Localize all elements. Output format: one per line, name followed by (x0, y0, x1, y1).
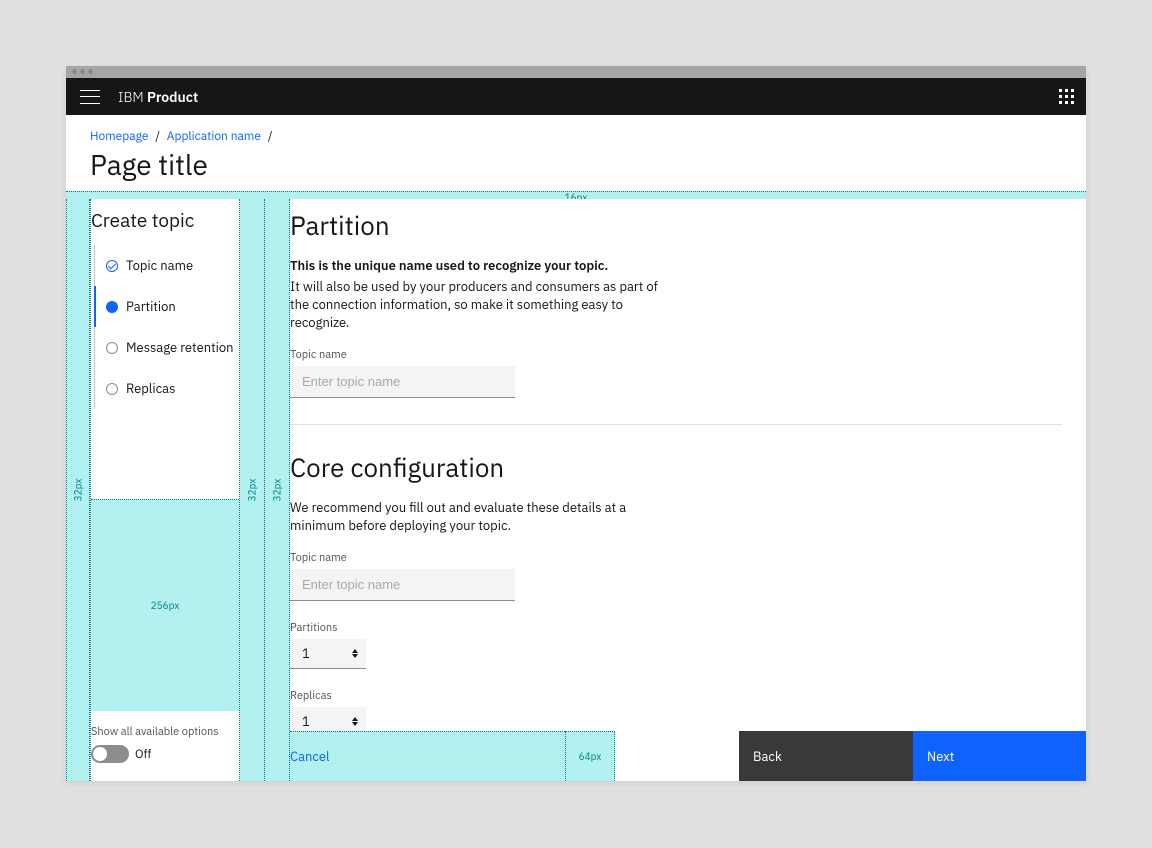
menu-icon[interactable] (80, 90, 100, 104)
stepper-arrows[interactable] (352, 717, 358, 726)
footer-ghost (615, 731, 739, 781)
app-header: IBM Product (66, 78, 1086, 115)
spec-footer-64px: 64px (565, 731, 615, 781)
breadcrumb-link-home[interactable]: Homepage (90, 129, 149, 144)
step-label: Partition (126, 298, 176, 315)
wizard-footer: Cancel 64px Back Next (290, 731, 1086, 781)
circle-icon (106, 383, 118, 395)
wizard-content: Partition This is the unique name used t… (290, 199, 1086, 781)
topic-name-input[interactable] (290, 366, 515, 398)
breadcrumb: Homepage / Application name / (90, 129, 1062, 144)
toggle-switch[interactable]: Off (91, 745, 239, 763)
replicas-label: Replicas (290, 689, 1086, 703)
step-partition[interactable]: Partition (94, 286, 239, 327)
macos-titlebar (66, 66, 1086, 78)
traffic-light-min[interactable] (80, 69, 85, 74)
section-body: It will also be used by your producers a… (290, 278, 670, 332)
replicas-value: 1 (302, 713, 310, 730)
brand-label: IBM Product (118, 88, 198, 106)
dot-filled-icon (106, 301, 118, 313)
breadcrumb-link-app[interactable]: Application name (167, 129, 261, 144)
step-list: Topic name Partition Message retention R… (94, 245, 239, 409)
step-message-retention[interactable]: Message retention (94, 327, 239, 368)
spec-col-mid2-32px: 32px (265, 199, 290, 781)
sidebar-title: Create topic (91, 209, 239, 233)
step-label: Topic name (126, 257, 193, 274)
toggle-state-text: Off (135, 747, 151, 762)
window-frame: IBM Product Homepage / Application name … (66, 66, 1086, 781)
main-content: 32px Create topic Topic name Partition M… (66, 199, 1086, 781)
partitions-stepper[interactable]: 1 (290, 639, 366, 669)
page-title: Page title (90, 146, 1062, 183)
sidebar-toggle-area: Show all available options Off (91, 725, 239, 763)
step-topic-name[interactable]: Topic name (94, 245, 239, 286)
topic-name-label: Topic name (290, 348, 1086, 362)
spec-col-mid1-32px: 32px (240, 199, 265, 781)
section-lead: This is the unique name used to recogniz… (290, 257, 670, 274)
checkmark-icon (106, 260, 118, 272)
section-title-partition: Partition (290, 209, 1086, 243)
spec-col-left-32px: 32px (66, 199, 90, 781)
step-label: Message retention (126, 339, 234, 356)
section-title-core: Core configuration (290, 451, 1086, 485)
app-switcher-icon[interactable] (1059, 89, 1074, 104)
partitions-value: 1 (302, 645, 310, 662)
stepper-arrows[interactable] (352, 649, 358, 658)
traffic-light-max[interactable] (88, 69, 93, 74)
spec-sidebar-width: 256px (91, 499, 239, 711)
section2-body: We recommend you fill out and evaluate t… (290, 499, 670, 535)
wizard-sidebar: Create topic Topic name Partition Messag… (90, 199, 240, 781)
footer-spacer (340, 731, 565, 781)
step-replicas[interactable]: Replicas (94, 368, 239, 409)
traffic-light-close[interactable] (72, 69, 77, 74)
next-button[interactable]: Next (913, 731, 1086, 781)
cancel-button[interactable]: Cancel (290, 731, 340, 781)
toggle-label: Show all available options (91, 725, 239, 739)
topic-name-input-2[interactable] (290, 569, 515, 601)
partitions-label: Partitions (290, 621, 1086, 635)
back-button[interactable]: Back (739, 731, 913, 781)
breadcrumb-area: Homepage / Application name / Page title (66, 115, 1086, 191)
step-label: Replicas (126, 380, 175, 397)
circle-icon (106, 342, 118, 354)
topic-name-label-2: Topic name (290, 551, 1086, 565)
divider (290, 424, 1062, 425)
